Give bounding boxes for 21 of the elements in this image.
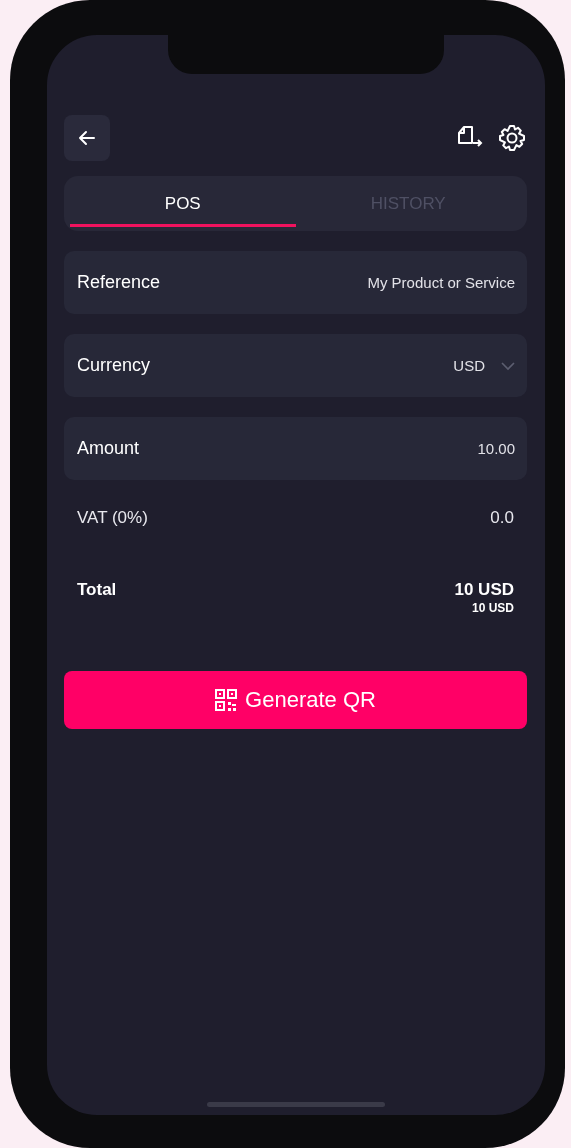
chevron-down-icon bbox=[501, 360, 515, 371]
field-value: USD bbox=[453, 357, 485, 374]
vat-value: 0.0 bbox=[490, 508, 514, 528]
total-value: 10 USD bbox=[454, 580, 514, 600]
field-label: Reference bbox=[77, 272, 161, 293]
input-field[interactable]: Reference My Product or Service bbox=[64, 251, 527, 314]
qr-code-icon bbox=[215, 689, 238, 711]
tab[interactable]: POS bbox=[70, 176, 296, 227]
settings-icon[interactable] bbox=[497, 123, 527, 153]
field-label: Currency bbox=[77, 355, 151, 376]
field-value: My Product or Service bbox=[367, 274, 515, 291]
input-field[interactable]: Amount 10.00 bbox=[64, 417, 527, 480]
back-arrow-icon bbox=[77, 128, 97, 148]
field-value: 10.00 bbox=[477, 440, 515, 457]
total-label: Total bbox=[77, 580, 117, 600]
generate-qr-button[interactable]: Generate QR bbox=[64, 671, 527, 729]
back-button[interactable] bbox=[64, 115, 110, 161]
select-field[interactable]: Currency USD bbox=[64, 334, 527, 397]
total-secondary-value: 10 USD bbox=[471, 601, 514, 615]
field-label: Amount bbox=[77, 438, 140, 459]
vat-label: VAT (0%) bbox=[77, 508, 148, 528]
